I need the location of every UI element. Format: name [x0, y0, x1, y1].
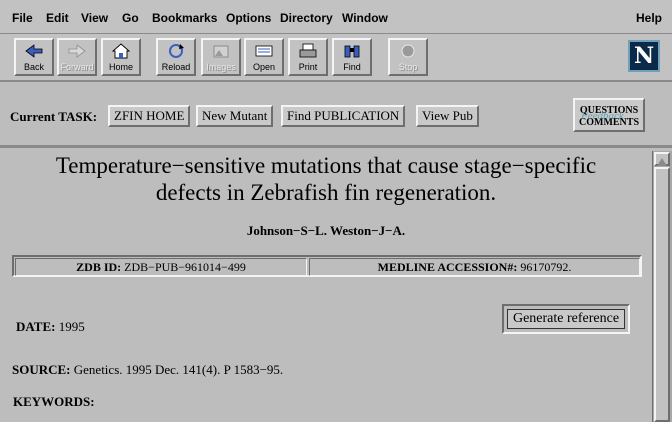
date-field: DATE: 1995	[16, 319, 85, 335]
source-value: Genetics. 1995 Dec. 141(4). P 1583−95.	[73, 362, 284, 377]
menu-edit[interactable]: Edit	[46, 11, 69, 25]
menu-help[interactable]: Help	[636, 11, 662, 25]
questions-comments-button[interactable]: Feedback QUESTIONS COMMENTS	[573, 98, 645, 132]
find-publication-button[interactable]: Find PUBLICATION	[281, 105, 406, 127]
generate-reference-button[interactable]: Generate reference	[507, 309, 625, 329]
open-button[interactable]: Open	[244, 38, 284, 76]
menu-file[interactable]: File	[12, 11, 33, 25]
source-label: SOURCE:	[12, 362, 71, 377]
publication-title: Temperature−sensitive mutations that cau…	[10, 151, 642, 206]
menu-bar: File Edit View Go Bookmarks Options Dire…	[0, 0, 672, 34]
current-task-label: Current TASK:	[10, 109, 98, 124]
page-content: Temperature−sensitive mutations that cau…	[0, 151, 652, 422]
images-button[interactable]: Images	[201, 38, 241, 76]
stop-label: Stop	[398, 62, 418, 72]
title-line-1: Temperature−sensitive mutations that cau…	[55, 153, 597, 178]
scroll-up-arrow-icon	[657, 158, 667, 166]
home-label: Home	[108, 62, 133, 72]
reload-label: Reload	[161, 62, 191, 72]
id-table: ZDB ID: ZDB−PUB−961014−499 MEDLINE ACCES…	[12, 255, 642, 277]
menu-view[interactable]: View	[81, 11, 108, 25]
back-arrow-icon	[25, 44, 43, 58]
menu-go[interactable]: Go	[122, 11, 139, 25]
publication-authors: Johnson−S−L. Weston−J−A.	[246, 223, 406, 238]
forward-button[interactable]: Forward	[57, 38, 97, 76]
medline-cell: MEDLINE ACCESSION#: 96170792.	[309, 258, 640, 276]
menu-options[interactable]: Options	[226, 11, 271, 25]
vertical-scrollbar[interactable]	[652, 151, 672, 422]
toolbar: Back Forward Home Reload Images Open Pri…	[0, 34, 672, 82]
scroll-up-button[interactable]	[654, 152, 670, 166]
images-label: Images	[206, 62, 236, 72]
menu-bookmarks[interactable]: Bookmarks	[152, 11, 217, 25]
printer-icon	[299, 43, 317, 58]
find-label: Find	[343, 62, 361, 72]
medline-value: 96170792.	[520, 260, 572, 274]
keywords-label: KEYWORDS:	[13, 394, 95, 409]
stop-button[interactable]: Stop	[388, 38, 428, 76]
title-line-2: defects in Zebrafish fin regeneration.	[155, 180, 497, 205]
stop-icon	[401, 44, 415, 58]
task-bar: Current TASK: ZFIN HOME New Mutant Find …	[0, 86, 672, 148]
new-mutant-button[interactable]: New Mutant	[196, 105, 274, 127]
back-label: Back	[23, 62, 44, 72]
binoculars-icon	[344, 45, 360, 58]
find-button[interactable]: Find	[332, 38, 372, 76]
reload-icon	[169, 44, 184, 58]
print-label: Print	[298, 62, 318, 72]
open-icon	[255, 45, 273, 57]
zdb-id-cell: ZDB ID: ZDB−PUB−961014−499	[15, 258, 307, 276]
back-button[interactable]: Back	[14, 38, 54, 76]
zdb-id-label: ZDB ID:	[76, 260, 122, 274]
date-value: 1995	[58, 319, 85, 334]
zfin-home-button[interactable]: ZFIN HOME	[108, 105, 191, 127]
images-icon	[213, 45, 229, 58]
open-label: Open	[252, 62, 276, 72]
view-pub-button[interactable]: View Pub	[416, 105, 479, 127]
zdb-id-value: ZDB−PUB−961014−499	[124, 260, 246, 274]
forward-label: Forward	[60, 62, 94, 72]
menu-window[interactable]: Window	[342, 11, 388, 25]
keywords-field: KEYWORDS:	[13, 394, 95, 410]
netscape-logo: N	[628, 40, 660, 72]
print-button[interactable]: Print	[288, 38, 328, 76]
medline-label: MEDLINE ACCESSION#:	[377, 260, 518, 274]
feedback-script-text: Feedback	[581, 110, 624, 122]
date-label: DATE:	[16, 319, 56, 334]
home-icon	[111, 43, 131, 59]
scroll-thumb[interactable]	[654, 167, 670, 422]
menu-directory[interactable]: Directory	[280, 11, 333, 25]
reload-button[interactable]: Reload	[156, 38, 196, 76]
generate-reference-frame: Generate reference	[502, 304, 630, 334]
forward-arrow-icon	[68, 44, 86, 58]
home-button[interactable]: Home	[101, 38, 141, 76]
source-field: SOURCE: Genetics. 1995 Dec. 141(4). P 15…	[12, 362, 283, 378]
